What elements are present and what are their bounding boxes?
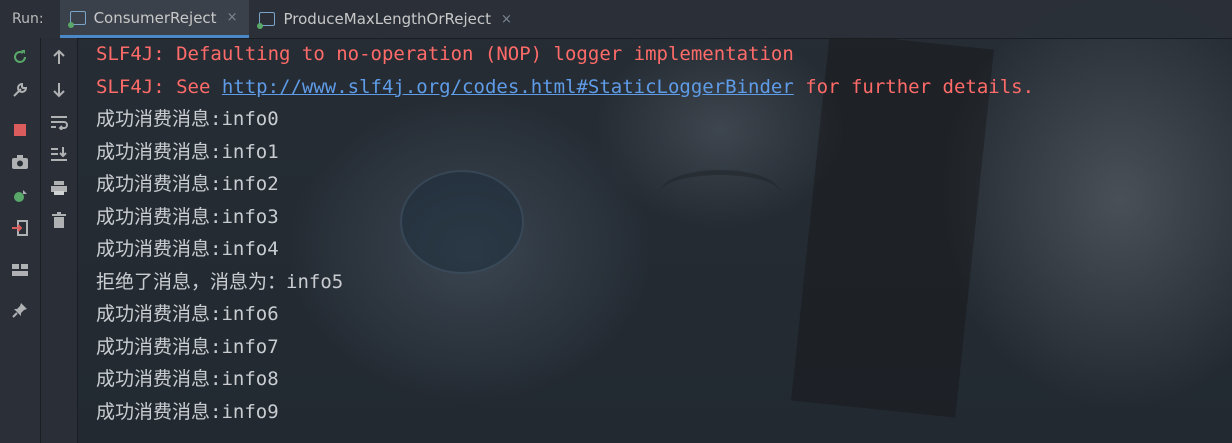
trash-icon[interactable] — [47, 208, 71, 232]
console-line: 成功消费消息:info8 — [96, 368, 279, 390]
console-line: 成功消费消息:info3 — [96, 205, 279, 228]
wrench-icon[interactable] — [8, 78, 32, 102]
camera-icon[interactable] — [8, 150, 32, 174]
tab-consumer-reject[interactable]: ConsumerReject × — [59, 0, 250, 38]
bug-icon[interactable] — [8, 184, 32, 208]
console-line: 成功消费消息:info1 — [96, 140, 279, 163]
console-line: 成功消费消息:info4 — [96, 238, 279, 260]
console-line: 拒绝了消息，消息为：info5 — [96, 270, 344, 293]
tab-label: ConsumerReject — [93, 8, 217, 27]
tab-label: ProduceMaxLengthOrReject — [283, 10, 491, 28]
console-line: 成功消费消息:info9 — [96, 400, 279, 423]
stop-icon[interactable] — [8, 118, 32, 142]
tab-produce-max-length-or-reject[interactable]: ProduceMaxLengthOrReject × — [249, 0, 523, 38]
scroll-to-end-icon[interactable] — [47, 142, 71, 166]
run-toolbar-primary — [0, 38, 41, 443]
print-icon[interactable] — [47, 176, 71, 200]
error-text: for further details. — [793, 75, 1035, 98]
console-line: 成功消费消息:info2 — [96, 173, 279, 195]
close-icon[interactable]: × — [501, 12, 512, 27]
console-line: 成功消费消息:info0 — [96, 108, 279, 130]
rerun-icon[interactable] — [8, 45, 32, 69]
layout-icon[interactable] — [8, 258, 32, 282]
down-arrow-icon[interactable] — [47, 78, 71, 102]
run-label: Run: — [12, 11, 44, 27]
pin-icon[interactable] — [8, 298, 32, 322]
console-line-error: SLF4J: Defaulting to no-operation (NOP) … — [96, 43, 794, 65]
error-text: SLF4J: See — [96, 75, 222, 98]
exit-icon[interactable] — [8, 216, 32, 240]
run-config-icon — [67, 10, 86, 28]
up-arrow-icon[interactable] — [47, 45, 71, 69]
run-toolbar-secondary — [41, 38, 78, 443]
console-line: 成功消费消息:info7 — [96, 335, 279, 358]
run-config-icon — [257, 12, 276, 29]
run-tab-bar: Run: ConsumerReject × ProduceMaxLengthOr… — [0, 0, 1232, 39]
console-line: 成功消费消息:info6 — [96, 303, 279, 325]
console-output[interactable]: SLF4J: Defaulting to no-operation (NOP) … — [96, 38, 1232, 443]
console-line-error: SLF4J: See http://www.slf4j.org/codes.ht… — [96, 71, 1232, 104]
slf4j-link[interactable]: http://www.slf4j.org/codes.html#StaticLo… — [222, 76, 794, 98]
soft-wrap-icon[interactable] — [47, 110, 71, 134]
close-icon[interactable]: × — [227, 10, 238, 25]
